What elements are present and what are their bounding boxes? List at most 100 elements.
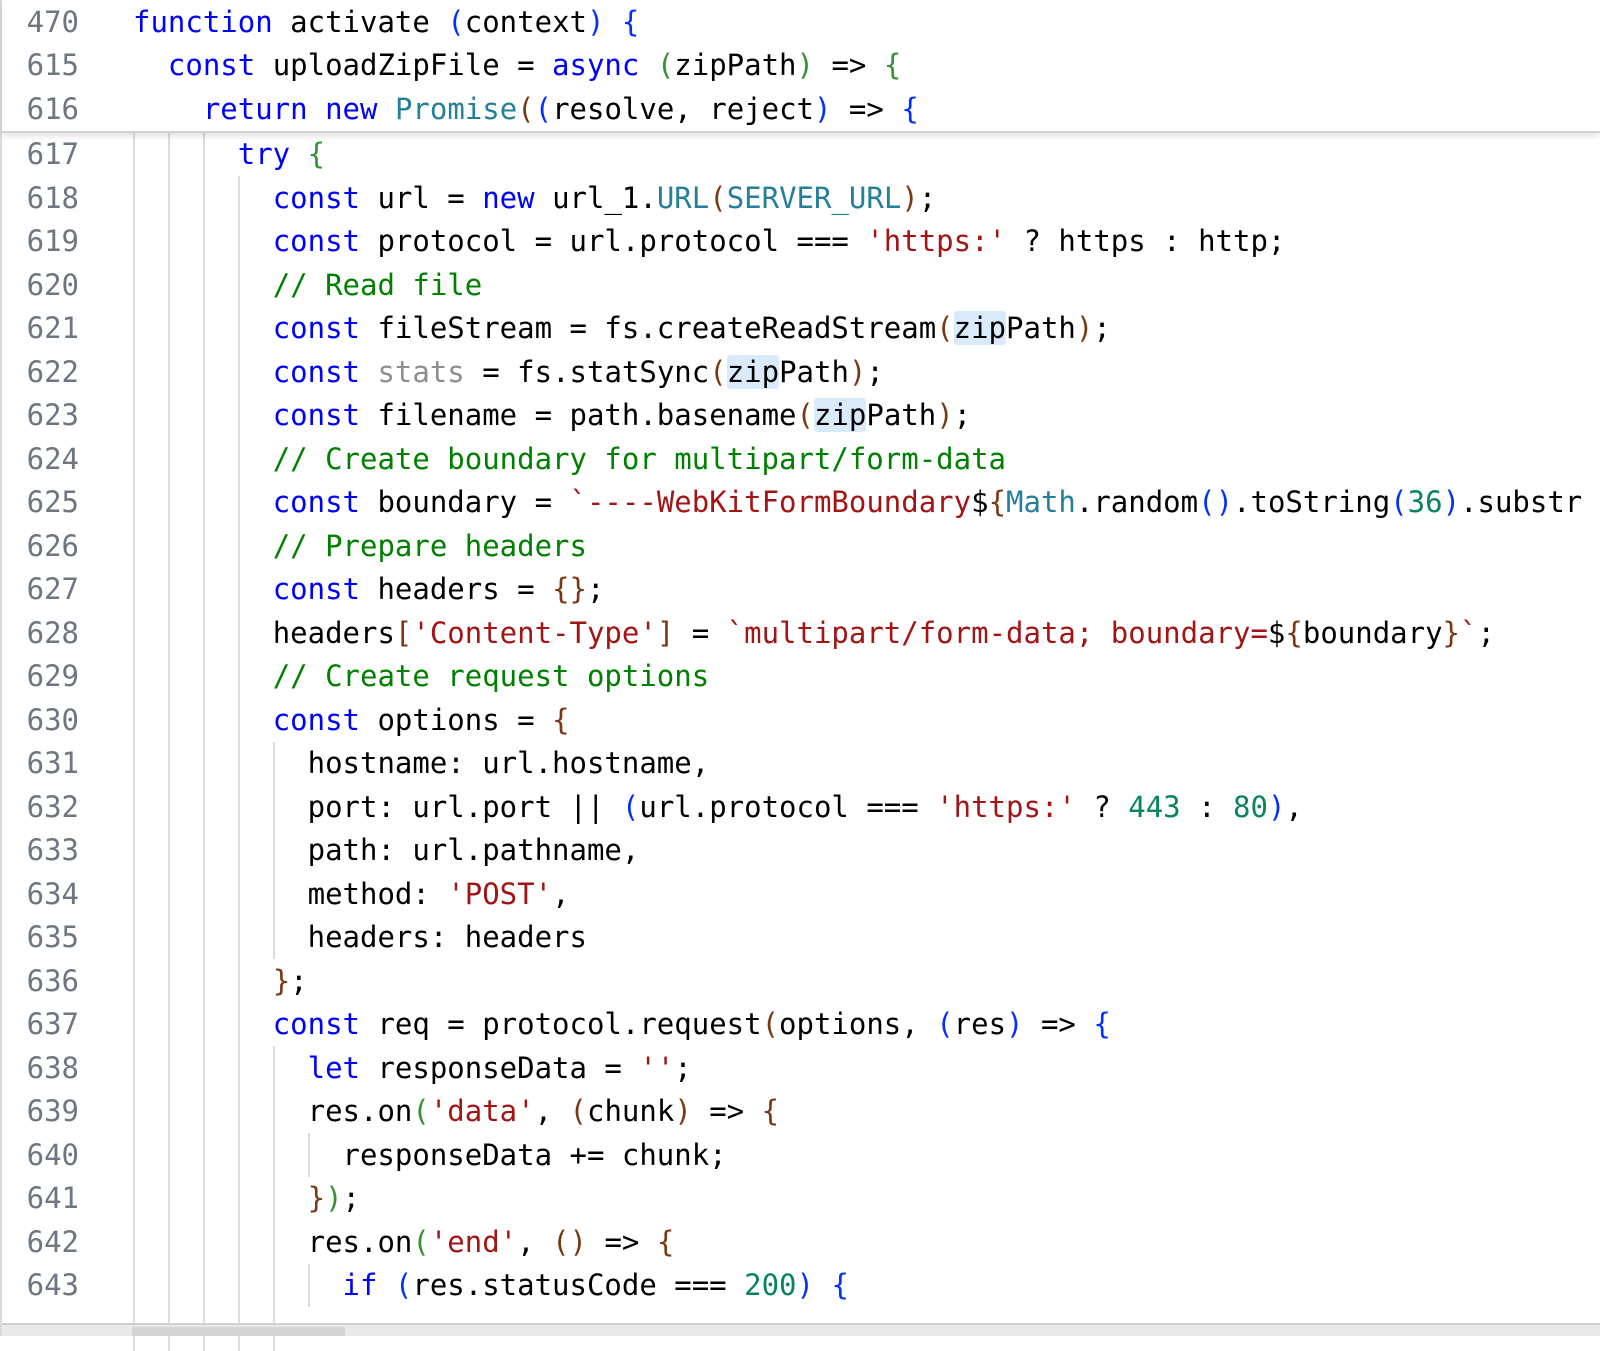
code-content[interactable]: return new Promise((resolve, reject) => …: [133, 87, 1600, 131]
token-kw: const: [273, 703, 360, 737]
code-line[interactable]: 643 if (res.statusCode === 200) {: [2, 1264, 1600, 1308]
line-number[interactable]: 631: [2, 746, 133, 780]
sticky-code-line[interactable]: 616 return new Promise((resolve, reject)…: [2, 87, 1600, 131]
code-line[interactable]: 619 const protocol = url.protocol === 'h…: [2, 220, 1600, 264]
code-line[interactable]: 637 const req = protocol.request(options…: [2, 1003, 1600, 1047]
line-number[interactable]: 470: [2, 5, 133, 39]
line-number[interactable]: 641: [2, 1181, 133, 1215]
code-content[interactable]: headers['Content-Type'] = `multipart/for…: [133, 611, 1600, 655]
line-number[interactable]: 632: [2, 790, 133, 824]
token-kw: let: [308, 1051, 360, 1085]
token-kw: const: [273, 572, 360, 606]
code-content[interactable]: const uploadZipFile = async (zipPath) =>…: [133, 44, 1600, 88]
code-content[interactable]: res.on('end', () => {: [133, 1220, 1600, 1264]
code-content[interactable]: // Create request options: [133, 655, 1600, 699]
line-number[interactable]: 638: [2, 1051, 133, 1085]
code-content[interactable]: function activate (context) {: [133, 0, 1600, 44]
line-number[interactable]: 643: [2, 1268, 133, 1302]
code-line[interactable]: 618 const url = new url_1.URL(SERVER_URL…: [2, 176, 1600, 220]
scrollbar-thumb[interactable]: [132, 1327, 345, 1336]
code-content[interactable]: // Prepare headers: [133, 524, 1600, 568]
code-content[interactable]: let responseData = '';: [133, 1046, 1600, 1090]
code-content[interactable]: const filename = path.basename(zipPath);: [133, 394, 1600, 438]
token-kw: if: [343, 1268, 378, 1302]
line-number[interactable]: 642: [2, 1225, 133, 1259]
line-number[interactable]: 625: [2, 485, 133, 519]
code-content[interactable]: method: 'POST',: [133, 872, 1600, 916]
code-line[interactable]: 640 responseData += chunk;: [2, 1133, 1600, 1177]
line-number[interactable]: 627: [2, 572, 133, 606]
code-content[interactable]: const fileStream = fs.createReadStream(z…: [133, 307, 1600, 351]
code-content[interactable]: headers: headers: [133, 916, 1600, 960]
code-line[interactable]: 622 const stats = fs.statSync(zipPath);: [2, 350, 1600, 394]
code-content[interactable]: const headers = {};: [133, 568, 1600, 612]
code-line[interactable]: 625 const boundary = `----WebKitFormBoun…: [2, 481, 1600, 525]
code-line[interactable]: 630 const options = {: [2, 698, 1600, 742]
line-number[interactable]: 639: [2, 1094, 133, 1128]
code-line[interactable]: 621 const fileStream = fs.createReadStre…: [2, 307, 1600, 351]
line-number[interactable]: 637: [2, 1007, 133, 1041]
code-line[interactable]: 624 // Create boundary for multipart/for…: [2, 437, 1600, 481]
line-number[interactable]: 636: [2, 964, 133, 998]
code-content[interactable]: const stats = fs.statSync(zipPath);: [133, 350, 1600, 394]
sticky-code-line[interactable]: 615 const uploadZipFile = async (zipPath…: [2, 44, 1600, 88]
code-content[interactable]: const req = protocol.request(options, (r…: [133, 1003, 1600, 1047]
code-content[interactable]: try {: [133, 133, 1600, 177]
code-line[interactable]: 632 port: url.port || (url.protocol === …: [2, 785, 1600, 829]
code-content[interactable]: const options = {: [133, 698, 1600, 742]
line-number[interactable]: 626: [2, 529, 133, 563]
code-line[interactable]: 631 hostname: url.hostname,: [2, 742, 1600, 786]
code-line[interactable]: 635 headers: headers: [2, 916, 1600, 960]
line-number[interactable]: 635: [2, 920, 133, 954]
horizontal-scrollbar[interactable]: [2, 1323, 1600, 1336]
line-number[interactable]: 620: [2, 268, 133, 302]
code-content[interactable]: responseData += chunk;: [133, 1133, 1600, 1177]
code-line[interactable]: 620 // Read file: [2, 263, 1600, 307]
code-line[interactable]: 629 // Create request options: [2, 655, 1600, 699]
code-line[interactable]: 628 headers['Content-Type'] = `multipart…: [2, 611, 1600, 655]
code-content[interactable]: const boundary = `----WebKitFormBoundary…: [133, 481, 1600, 525]
code-content[interactable]: res.on('data', (chunk) => {: [133, 1090, 1600, 1134]
line-number[interactable]: 621: [2, 311, 133, 345]
line-number[interactable]: 640: [2, 1138, 133, 1172]
code-line[interactable]: 634 method: 'POST',: [2, 872, 1600, 916]
code-content[interactable]: path: url.pathname,: [133, 829, 1600, 873]
code-content[interactable]: hostname: url.hostname,: [133, 742, 1600, 786]
code-line[interactable]: 623 const filename = path.basename(zipPa…: [2, 394, 1600, 438]
code-content[interactable]: port: url.port || (url.protocol === 'htt…: [133, 785, 1600, 829]
code-line[interactable]: 641 });: [2, 1177, 1600, 1221]
code-line[interactable]: 638 let responseData = '';: [2, 1046, 1600, 1090]
token-b2: ): [325, 1181, 342, 1215]
token-txt: = fs.statSync: [465, 355, 709, 389]
code-content[interactable]: // Create boundary for multipart/form-da…: [133, 437, 1600, 481]
line-number[interactable]: 618: [2, 181, 133, 215]
line-number[interactable]: 623: [2, 398, 133, 432]
line-number[interactable]: 616: [2, 92, 133, 126]
code-content[interactable]: const url = new url_1.URL(SERVER_URL);: [133, 176, 1600, 220]
code-content[interactable]: });: [133, 1177, 1600, 1221]
code-content[interactable]: if (res.statusCode === 200) {: [133, 1264, 1600, 1308]
code-line[interactable]: 627 const headers = {};: [2, 568, 1600, 612]
code-line[interactable]: 617 try {: [2, 133, 1600, 177]
sticky-code-line[interactable]: 470function activate (context) {: [2, 0, 1600, 44]
code-content[interactable]: };: [133, 959, 1600, 1003]
code-line[interactable]: 642 res.on('end', () => {: [2, 1220, 1600, 1264]
line-number[interactable]: 624: [2, 442, 133, 476]
code-content[interactable]: // Read file: [133, 263, 1600, 307]
code-line[interactable]: 636 };: [2, 959, 1600, 1003]
code-line[interactable]: 626 // Prepare headers: [2, 524, 1600, 568]
code-content[interactable]: const protocol = url.protocol === 'https…: [133, 220, 1600, 264]
line-number[interactable]: 630: [2, 703, 133, 737]
line-number[interactable]: 622: [2, 355, 133, 389]
line-number[interactable]: 628: [2, 616, 133, 650]
line-number[interactable]: 634: [2, 877, 133, 911]
token-txt: ;: [919, 181, 936, 215]
line-number[interactable]: 629: [2, 659, 133, 693]
line-number[interactable]: 619: [2, 224, 133, 258]
line-number[interactable]: 633: [2, 833, 133, 867]
code-line[interactable]: 633 path: url.pathname,: [2, 829, 1600, 873]
code-line[interactable]: 639 res.on('data', (chunk) => {: [2, 1090, 1600, 1134]
token-txt: ;: [954, 398, 971, 432]
line-number[interactable]: 617: [2, 137, 133, 171]
line-number[interactable]: 615: [2, 48, 133, 82]
